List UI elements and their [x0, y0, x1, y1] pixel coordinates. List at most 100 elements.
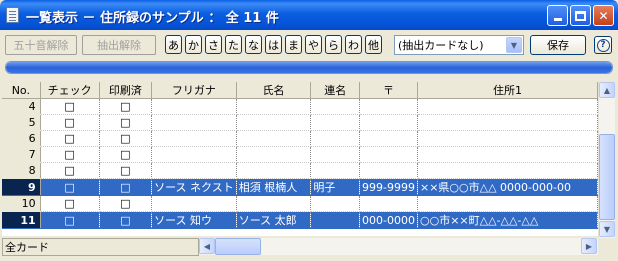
check-checkbox[interactable]: □ [64, 197, 74, 210]
joint-name-cell [310, 130, 361, 147]
printed-cell[interactable]: □ [99, 114, 153, 131]
col-header-printed[interactable]: 印刷済 [99, 82, 153, 99]
vertical-scrollbar[interactable]: ▲ ▼ [598, 82, 615, 238]
check-cell[interactable]: □ [40, 211, 100, 229]
printed-checkbox[interactable]: □ [120, 148, 130, 161]
scroll-down-button[interactable]: ▼ [599, 221, 615, 237]
col-header-no[interactable]: No. [2, 82, 41, 99]
check-checkbox[interactable]: □ [64, 116, 74, 129]
col-header-zip[interactable]: 〒 [359, 82, 418, 99]
joint-name-cell [310, 195, 361, 212]
app-icon[interactable] [6, 7, 19, 23]
chevron-down-icon[interactable]: ▼ [506, 37, 522, 53]
size-grip[interactable] [598, 238, 618, 258]
kana-button-na[interactable]: な [245, 35, 262, 54]
kana-button-other[interactable]: 他 [365, 35, 382, 54]
scroll-left-button[interactable]: ◀ [199, 238, 215, 254]
table-row[interactable]: 6 □ □ [2, 130, 598, 147]
address-table[interactable]: No. チェック 印刷済 フリガナ 氏名 連名 〒 住所1 4 □ □ 5 □ □ 6 □ □ 7… [2, 82, 598, 236]
kana-button-ha[interactable]: は [265, 35, 282, 54]
kana-button-wa[interactable]: わ [345, 35, 362, 54]
printed-checkbox[interactable]: □ [120, 181, 130, 194]
name-cell [236, 195, 312, 212]
address-cell [417, 162, 598, 179]
printed-cell[interactable]: □ [99, 211, 153, 229]
printed-checkbox[interactable]: □ [120, 164, 130, 177]
kana-button-ma[interactable]: ま [285, 35, 302, 54]
printed-checkbox[interactable]: □ [120, 116, 130, 129]
table-row[interactable]: 5 □ □ [2, 114, 598, 131]
address-cell [417, 98, 598, 115]
title-bar[interactable]: 一覧表示 － 住所録のサンプル ： 全 11 件 ✕ [0, 0, 618, 30]
help-icon: ? [596, 38, 610, 52]
printed-cell[interactable]: □ [99, 130, 153, 147]
col-header-address1[interactable]: 住所1 [417, 82, 598, 99]
name-cell [236, 146, 312, 163]
check-cell[interactable]: □ [40, 195, 100, 212]
printed-cell[interactable]: □ [99, 195, 153, 212]
name-cell [236, 162, 312, 179]
col-header-name[interactable]: 氏名 [236, 82, 312, 99]
printed-checkbox[interactable]: □ [120, 214, 130, 227]
furigana-cell [151, 146, 237, 163]
table-row[interactable]: 10 □ □ [2, 195, 598, 212]
col-header-joint-name[interactable]: 連名 [310, 82, 361, 99]
kana-button-ra[interactable]: ら [325, 35, 342, 54]
horizontal-scroll-thumb[interactable] [215, 238, 261, 255]
table-row[interactable]: 8 □ □ [2, 162, 598, 179]
row-number: 11 [2, 211, 41, 229]
row-number: 9 [2, 178, 41, 196]
printed-cell[interactable]: □ [99, 178, 153, 196]
table-row[interactable]: 11 □ □ ソース 知ウ ソース 太郎 000-0000 ○○市××町△△-△△-△△ [2, 211, 598, 229]
save-button[interactable]: 保存 [530, 35, 586, 55]
col-header-furigana[interactable]: フリガナ [151, 82, 237, 99]
table-row[interactable]: 9 □ □ ソース ネクスト 相須 根楠人 明子 999-9999 ××県○○市△△ 0000… [2, 178, 598, 196]
name-cell [236, 98, 312, 115]
check-checkbox[interactable]: □ [64, 100, 74, 113]
kana-button-ya[interactable]: や [305, 35, 322, 54]
vertical-scroll-thumb[interactable] [599, 134, 615, 220]
row-number: 5 [2, 114, 41, 131]
printed-checkbox[interactable]: □ [120, 132, 130, 145]
check-cell[interactable]: □ [40, 178, 100, 196]
scroll-up-button[interactable]: ▲ [599, 82, 615, 98]
check-cell[interactable]: □ [40, 130, 100, 147]
check-cell[interactable]: □ [40, 98, 100, 115]
printed-cell[interactable]: □ [99, 146, 153, 163]
maximize-button[interactable] [570, 5, 591, 26]
gojuon-clear-button[interactable]: 五十音解除 [5, 35, 77, 55]
minimize-button[interactable] [547, 5, 568, 26]
kana-button-a[interactable]: あ [165, 35, 182, 54]
check-cell[interactable]: □ [40, 162, 100, 179]
printed-cell[interactable]: □ [99, 98, 153, 115]
check-checkbox[interactable]: □ [64, 132, 74, 145]
check-checkbox[interactable]: □ [64, 181, 74, 194]
table-body: 4 □ □ 5 □ □ 6 □ □ 7 □ □ 8 □ □ 9 □ □ ソース ネクスト 相須 根楠人 明子 999-99… [2, 98, 598, 229]
check-cell[interactable]: □ [40, 146, 100, 163]
check-checkbox[interactable]: □ [64, 164, 74, 177]
help-button[interactable]: ? [594, 36, 612, 54]
address-cell: ○○市××町△△-△△-△△ [417, 211, 598, 229]
progress-fill [6, 62, 612, 73]
kana-button-sa[interactable]: さ [205, 35, 222, 54]
table-row[interactable]: 4 □ □ [2, 98, 598, 115]
joint-name-cell [310, 211, 361, 229]
check-cell[interactable]: □ [40, 114, 100, 131]
scroll-right-button[interactable]: ▶ [581, 238, 597, 254]
name-cell: ソース 太郎 [236, 211, 312, 229]
kana-button-ta[interactable]: た [225, 35, 242, 54]
extract-card-select[interactable]: (抽出カードなし) ▼ [394, 35, 524, 55]
check-checkbox[interactable]: □ [64, 148, 74, 161]
horizontal-scrollbar[interactable]: ◀ ▶ [199, 238, 598, 255]
col-header-check[interactable]: チェック [40, 82, 100, 99]
joint-name-cell [310, 146, 361, 163]
kana-button-ka[interactable]: か [185, 35, 202, 54]
printed-checkbox[interactable]: □ [120, 197, 130, 210]
extract-clear-button[interactable]: 抽出解除 [82, 35, 156, 55]
close-button[interactable]: ✕ [593, 5, 614, 26]
table-row[interactable]: 7 □ □ [2, 146, 598, 163]
zip-cell [359, 195, 418, 212]
printed-checkbox[interactable]: □ [120, 100, 130, 113]
printed-cell[interactable]: □ [99, 162, 153, 179]
check-checkbox[interactable]: □ [64, 214, 74, 227]
